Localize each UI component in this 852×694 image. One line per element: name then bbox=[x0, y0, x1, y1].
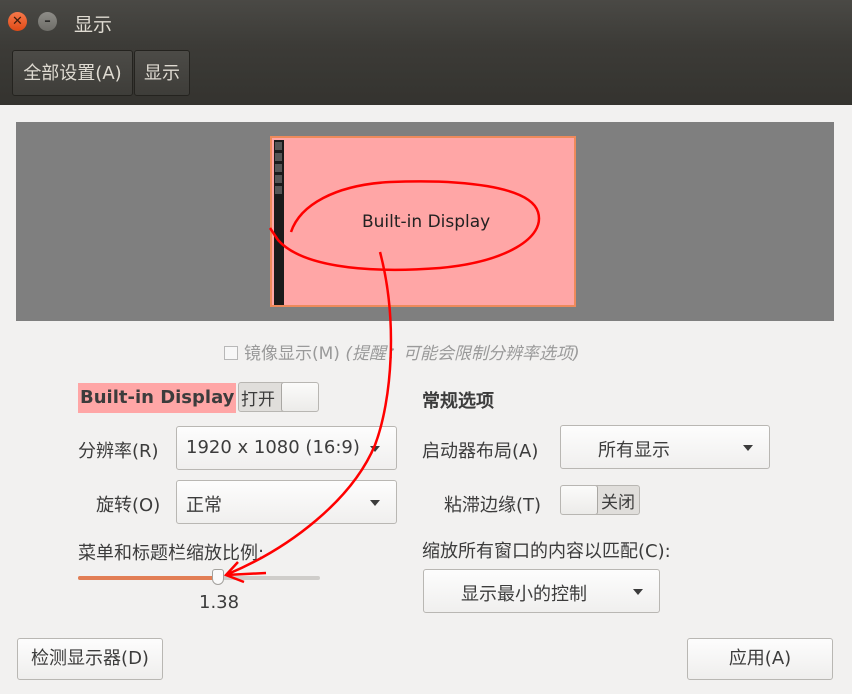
scale-slider[interactable] bbox=[78, 569, 320, 585]
apply-button[interactable]: 应用(A) bbox=[687, 638, 833, 680]
resolution-value: 1920 x 1080 (16:9) bbox=[186, 437, 360, 458]
resolution-label: 分辨率(R) bbox=[78, 441, 159, 462]
chevron-down-icon bbox=[743, 445, 753, 451]
mirror-label: 镜像显示(M) bbox=[244, 344, 340, 364]
chevron-down-icon bbox=[370, 500, 380, 506]
resolution-dropdown[interactable]: 1920 x 1080 (16:9) bbox=[176, 426, 397, 470]
close-window-button[interactable]: ✕ bbox=[8, 12, 27, 31]
title-bar: ✕ – 显示 bbox=[0, 0, 852, 46]
sticky-edges-toggle-label: 关闭 bbox=[601, 493, 635, 513]
scale-all-windows-dropdown[interactable]: 显示最小的控制 bbox=[423, 569, 660, 613]
display-arrangement-preview: Built-in Display bbox=[16, 122, 834, 321]
all-settings-button[interactable]: 全部设置(A) bbox=[12, 50, 133, 96]
monitor-label: Built-in Display bbox=[362, 212, 491, 232]
mirror-hint: (提醒：可能会限制分辨率选项) bbox=[345, 344, 580, 364]
window-title: 显示 bbox=[74, 14, 113, 36]
display-power-toggle[interactable]: 打开 bbox=[238, 382, 319, 412]
scale-slider-handle[interactable] bbox=[212, 569, 225, 585]
detect-displays-button[interactable]: 检测显示器(D) bbox=[17, 638, 163, 680]
scale-label: 菜单和标题栏缩放比例: bbox=[78, 543, 265, 564]
general-options-title: 常规选项 bbox=[422, 391, 494, 412]
sticky-edges-label: 粘滞边缘(T) bbox=[444, 495, 542, 516]
launcher-placement-value: 所有显示 bbox=[598, 440, 670, 461]
display-power-toggle-label: 打开 bbox=[241, 390, 275, 410]
mirror-checkbox bbox=[224, 346, 238, 360]
sticky-edges-toggle[interactable]: 关闭 bbox=[560, 485, 640, 515]
rotation-dropdown[interactable]: 正常 bbox=[176, 480, 397, 524]
scale-all-windows-value: 显示最小的控制 bbox=[461, 584, 587, 605]
display-name-label: Built-in Display bbox=[78, 383, 237, 413]
toggle-knob bbox=[281, 383, 318, 411]
chevron-down-icon bbox=[633, 589, 643, 595]
monitor-preview[interactable]: Built-in Display bbox=[270, 136, 576, 307]
toolbar: 全部设置(A) 显示 bbox=[0, 46, 852, 105]
scale-slider-fill bbox=[78, 576, 219, 580]
mirror-displays-option: 镜像显示(M) (提醒：可能会限制分辨率选项) bbox=[224, 339, 580, 364]
display-breadcrumb-button[interactable]: 显示 bbox=[134, 50, 190, 96]
scale-all-windows-label: 缩放所有窗口的内容以匹配(C): bbox=[422, 541, 671, 562]
launcher-placement-dropdown[interactable]: 所有显示 bbox=[560, 425, 770, 469]
launcher-placement-label: 启动器布局(A) bbox=[422, 441, 539, 462]
scale-value: 1.38 bbox=[199, 592, 240, 613]
rotation-value: 正常 bbox=[186, 495, 222, 516]
launcher-bar-preview bbox=[274, 140, 284, 305]
rotation-label: 旋转(O) bbox=[96, 495, 161, 516]
toggle-knob bbox=[561, 486, 598, 514]
chevron-down-icon bbox=[370, 446, 380, 452]
minimize-window-button[interactable]: – bbox=[38, 12, 57, 31]
